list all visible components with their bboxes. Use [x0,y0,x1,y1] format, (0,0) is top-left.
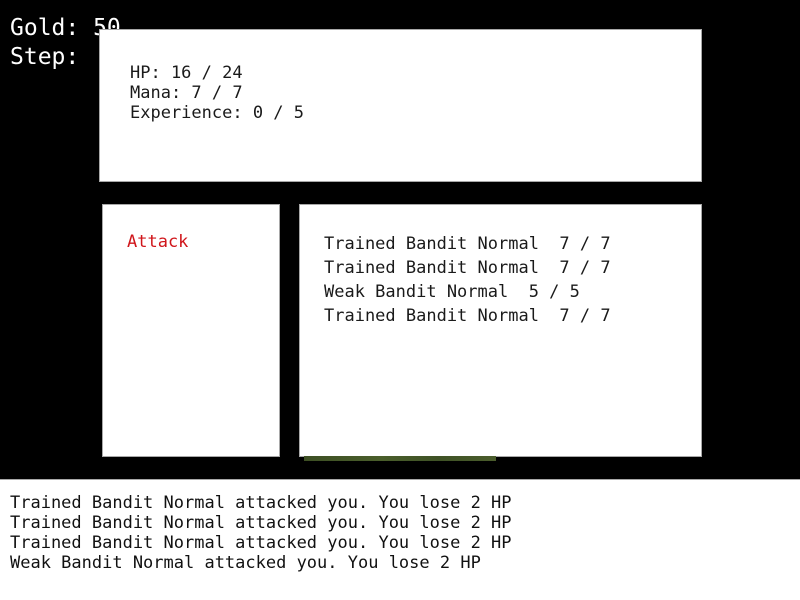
log-entry: Trained Bandit Normal attacked you. You … [10,533,512,553]
hp-stat: HP: 16 / 24 [130,63,243,83]
background-scenery-strip [304,456,496,461]
mana-stat: Mana: 7 / 7 [130,83,243,103]
attack-action-button[interactable]: Attack [127,232,188,252]
enemy-list-item[interactable]: Weak Bandit Normal 5 / 5 [324,280,611,304]
log-entry: Weak Bandit Normal attacked you. You los… [10,553,481,573]
experience-stat: Experience: 0 / 5 [130,103,304,123]
combat-log-panel: Trained Bandit Normal attacked you. You … [0,479,800,600]
log-entry: Trained Bandit Normal attacked you. You … [10,513,512,533]
enemy-list-item[interactable]: Trained Bandit Normal 7 / 7 [324,232,611,256]
step-counter: Step: [10,44,94,70]
enemy-list-item[interactable]: Trained Bandit Normal 7 / 7 [324,256,611,280]
enemy-list-item[interactable]: Trained Bandit Normal 7 / 7 [324,304,611,328]
actions-panel: Attack [102,204,280,457]
log-entry: Trained Bandit Normal attacked you. You … [10,493,512,513]
player-stats-panel: HP: 16 / 24 Mana: 7 / 7 Experience: 0 / … [99,29,702,182]
enemies-panel: Trained Bandit Normal 7 / 7 Trained Band… [299,204,702,457]
